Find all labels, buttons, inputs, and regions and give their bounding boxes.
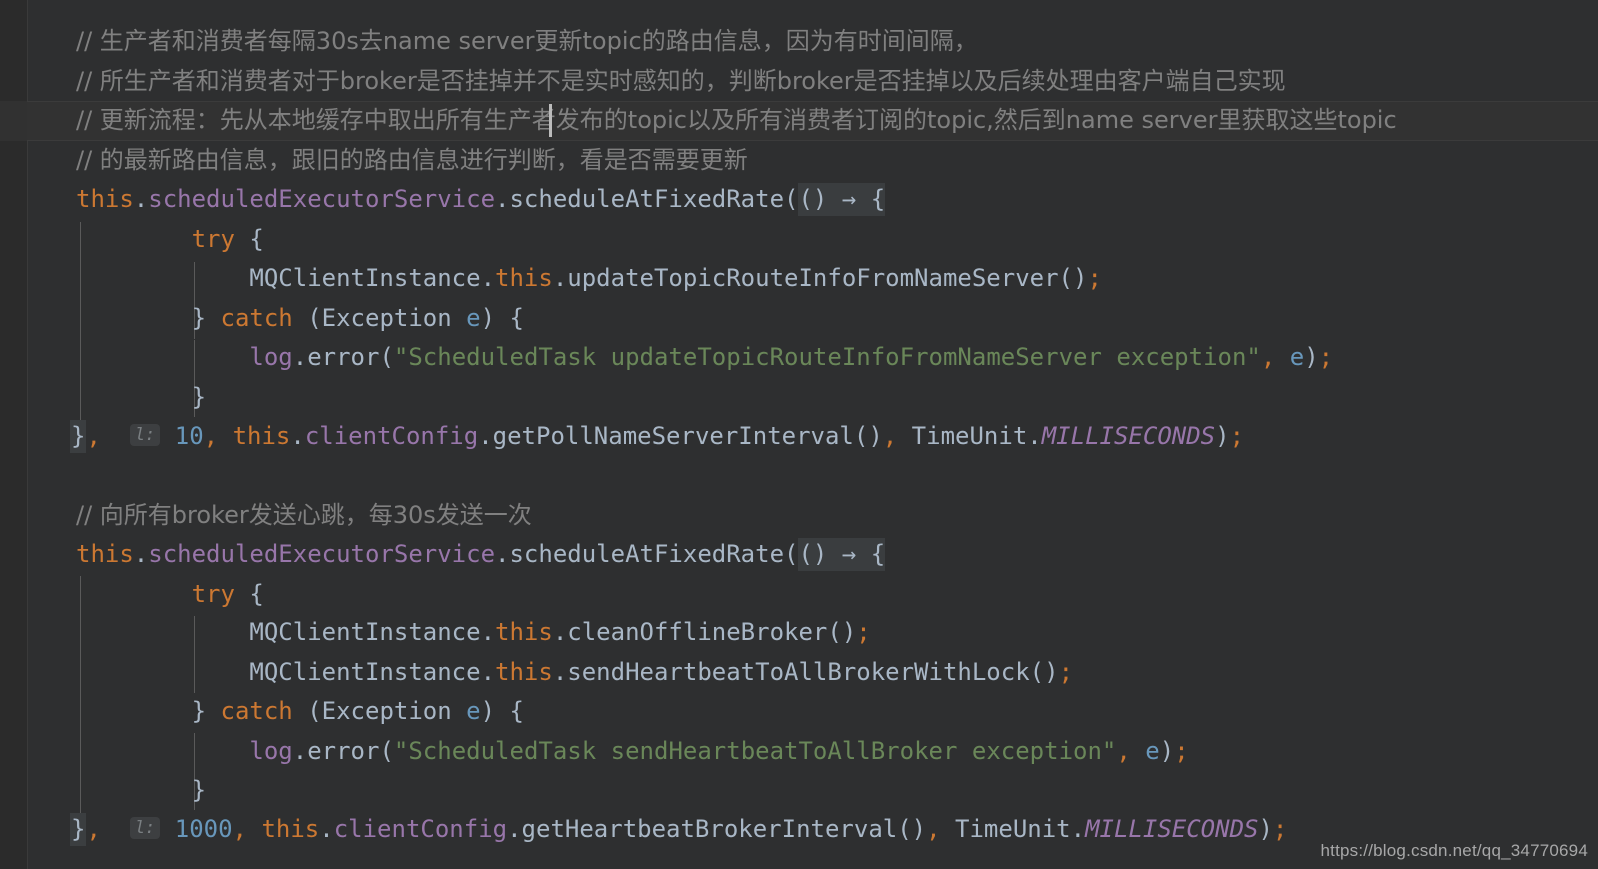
keyword-this: this — [76, 540, 134, 568]
constant-milliseconds: MILLISECONDS — [1041, 422, 1216, 450]
code-line[interactable]: } — [0, 378, 1598, 418]
code-line[interactable]: log.error("ScheduledTask sendHeartbeatTo… — [0, 732, 1598, 772]
keyword-catch: catch — [220, 697, 293, 725]
current-line-gutter — [0, 101, 27, 141]
keyword-this: this — [76, 185, 134, 213]
parameter-e: e — [466, 303, 481, 332]
field-log: log — [249, 736, 293, 765]
watermark: https://blog.csdn.net/qq_34770694 — [1320, 841, 1588, 860]
method-call: .getPollNameServerInterval() — [478, 422, 883, 450]
code-line[interactable]: MQClientInstance.this.cleanOfflineBroker… — [0, 613, 1598, 653]
field-log: log — [249, 343, 293, 371]
field-clientconfig: clientConfig — [304, 422, 479, 450]
code-line[interactable]: this.scheduledExecutorService.scheduleAt… — [0, 180, 1598, 220]
keyword-try: try — [191, 579, 235, 608]
keyword-catch: catch — [220, 303, 293, 332]
code-line[interactable]: } catch (Exception e) { — [0, 692, 1598, 732]
keyword-this: this — [495, 657, 553, 686]
code-line[interactable]: // 生产者和消费者每隔30s去name server更新topic的路由信息，… — [0, 22, 1598, 62]
number-literal: 10 — [174, 422, 204, 450]
method-call: .cleanOfflineBroker() — [552, 618, 857, 646]
code-line[interactable]: // 的最新路由信息，跟旧的路由信息进行判断，看是否需要更新 — [0, 141, 1598, 181]
code-editor[interactable]: // 生产者和消费者每隔30s去name server更新topic的路由信息，… — [0, 0, 1598, 869]
lambda-expression: () → { — [798, 183, 886, 216]
code-line[interactable]: // 所生产者和消费者对于broker是否挂掉并不是实时感知的，判断broker… — [0, 62, 1598, 102]
code-line[interactable]: } — [0, 771, 1598, 811]
method-call: .getHeartbeatBrokerInterval() — [507, 815, 927, 843]
parameter-e: e — [466, 697, 481, 725]
comment-text: // 的最新路由信息，跟旧的路由信息进行判断，看是否需要更新 — [76, 145, 748, 174]
inlay-hint-parameter-name[interactable]: l: — [129, 424, 161, 446]
field-scheduledexecutorservice: scheduledExecutorService — [148, 185, 496, 213]
keyword-this: this — [495, 618, 553, 646]
brace-match-highlight: } — [70, 420, 87, 453]
comment-text: // 所生产者和消费者对于broker是否挂掉并不是实时感知的，判断broker… — [76, 66, 1286, 95]
code-line[interactable]: this.scheduledExecutorService.scheduleAt… — [0, 535, 1598, 575]
keyword-this: this — [261, 815, 320, 843]
parameter-e: e — [1145, 736, 1160, 765]
comment-text: // 生产者和消费者每隔30s去name server更新topic的路由信息，… — [76, 27, 978, 55]
number-literal: 1000 — [174, 815, 233, 843]
lambda-expression: () → { — [798, 538, 886, 571]
comment-text: // 向所有broker发送心跳，每30s发送一次 — [76, 501, 532, 529]
keyword-this: this — [495, 264, 553, 292]
code-content[interactable]: // 生产者和消费者每隔30s去name server更新topic的路由信息，… — [0, 0, 1598, 869]
code-line[interactable]: }, l: 10, this.clientConfig.getPollNameS… — [0, 417, 1598, 457]
code-line[interactable]: try { — [0, 220, 1598, 260]
code-line[interactable]: MQClientInstance.this.sendHeartbeatToAll… — [0, 653, 1598, 693]
constant-milliseconds: MILLISECONDS — [1085, 815, 1259, 843]
inlay-hint-parameter-name[interactable]: l: — [129, 817, 161, 839]
string-literal: "ScheduledTask sendHeartbeatToAllBroker … — [393, 736, 1117, 765]
code-line-current[interactable]: // 更新流程：先从本地缓存中取出所有生产者发布的topic以及所有消费者订阅的… — [0, 101, 1598, 141]
brace-match-highlight: } — [70, 813, 87, 846]
code-line[interactable]: } catch (Exception e) { — [0, 299, 1598, 339]
comment-text: // 更新流程：先从本地缓存中取出所有生产者发布的topic以及所有消费者订阅的… — [76, 106, 1397, 134]
code-line-blank[interactable] — [0, 457, 1598, 497]
method-call: .sendHeartbeatToAllBrokerWithLock() — [552, 657, 1059, 686]
field-clientconfig: clientConfig — [333, 815, 508, 843]
keyword-try: try — [191, 224, 235, 253]
code-line[interactable]: try { — [0, 575, 1598, 615]
method-call: .updateTopicRouteInfoFromNameServer() — [552, 264, 1088, 292]
code-line[interactable]: MQClientInstance.this.updateTopicRouteIn… — [0, 259, 1598, 299]
string-literal: "ScheduledTask updateTopicRouteInfoFromN… — [393, 343, 1261, 371]
keyword-this: this — [232, 422, 291, 450]
code-line[interactable]: // 向所有broker发送心跳，每30s发送一次 — [0, 496, 1598, 536]
text-caret — [549, 104, 552, 137]
code-line[interactable]: log.error("ScheduledTask updateTopicRout… — [0, 338, 1598, 378]
parameter-e: e — [1289, 343, 1305, 371]
field-scheduledexecutorservice: scheduledExecutorService — [148, 540, 496, 568]
